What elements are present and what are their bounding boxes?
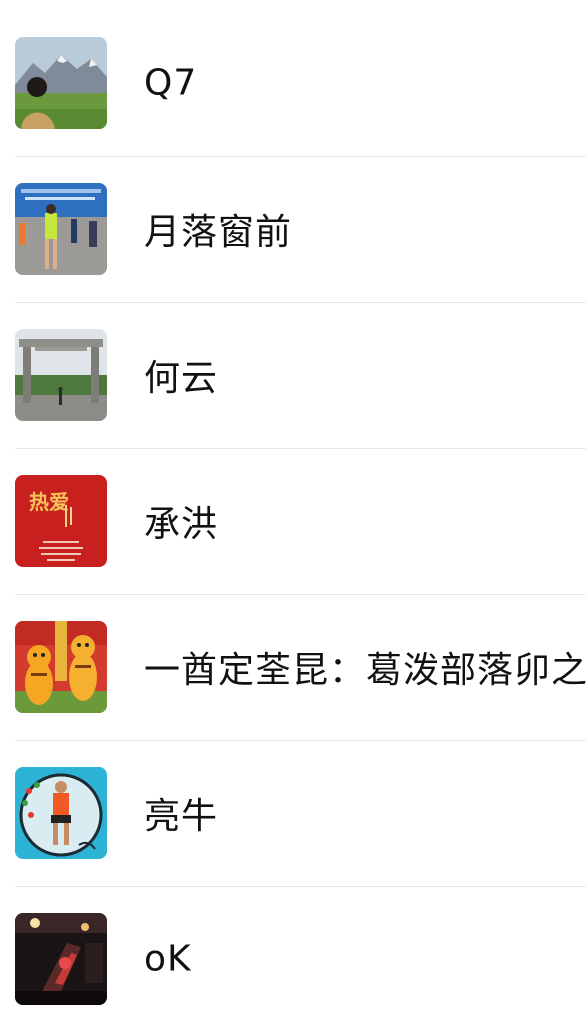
contact-avatar[interactable] xyxy=(15,329,107,421)
avatar-runner-event-image xyxy=(15,183,107,275)
contact-row[interactable]: Q7 xyxy=(0,10,586,156)
avatar-tiger-mascots-image xyxy=(15,621,107,713)
avatar-stone-gate-image xyxy=(15,329,107,421)
avatar-night-scene-image xyxy=(15,913,107,1005)
contact-avatar[interactable] xyxy=(15,621,107,713)
red-poster-title: 热爱 xyxy=(29,490,69,514)
contact-row[interactable]: 月落窗前 xyxy=(0,156,586,302)
contact-name: 亮牛 xyxy=(144,796,219,837)
avatar-red-poster-image: 热爱 xyxy=(15,475,107,567)
contact-avatar[interactable] xyxy=(15,913,107,1005)
contact-avatar[interactable] xyxy=(15,767,107,859)
avatar-mountain-person-image xyxy=(15,37,107,129)
contact-row[interactable]: 何云 xyxy=(0,302,586,448)
contact-name: oK xyxy=(144,938,192,980)
contact-row[interactable]: 亮牛 xyxy=(0,740,586,886)
contact-name: 一酋定荃昆：葛泼部落卯之 xyxy=(144,650,586,691)
contact-name: 月落窗前 xyxy=(144,212,293,253)
contact-row[interactable]: 热爱 承洪 xyxy=(0,448,586,594)
contact-name: 何云 xyxy=(144,358,219,399)
contact-row[interactable]: 一酋定荃昆：葛泼部落卯之 xyxy=(0,594,586,740)
contact-avatar[interactable] xyxy=(15,183,107,275)
contact-name: Q7 xyxy=(144,62,198,104)
contact-list: Q7 月落窗前 何云 热爱 承洪 一酋定荃昆：葛泼部落卯之 亮牛 oK xyxy=(0,10,586,1032)
contact-row[interactable]: oK xyxy=(0,886,586,1032)
contact-avatar[interactable] xyxy=(15,37,107,129)
avatar-marathon-runner-image xyxy=(15,767,107,859)
contact-name: 承洪 xyxy=(144,504,219,545)
contact-avatar[interactable]: 热爱 xyxy=(15,475,107,567)
